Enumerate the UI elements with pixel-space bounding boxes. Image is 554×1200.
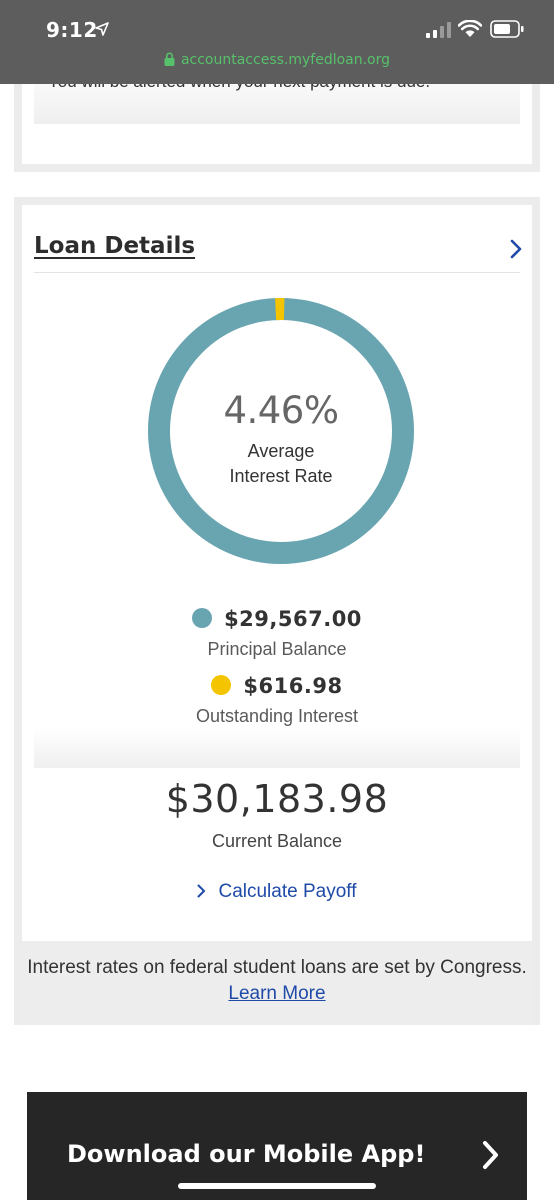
home-indicator[interactable] <box>178 1183 376 1189</box>
loan-details-card: Loan Details 4.46% Average Interest Rate… <box>14 197 540 1025</box>
principal-legend: $29,567.00 <box>22 607 532 631</box>
status-bar: 9:12 accountaccess.myfedloan.org <box>0 0 554 84</box>
cellular-signal-icon <box>426 22 451 38</box>
rate-label-line-1: Average <box>247 441 315 461</box>
principal-dot-icon <box>192 608 213 628</box>
lock-icon <box>164 52 175 66</box>
learn-more-link[interactable]: Learn More <box>228 983 325 1004</box>
current-balance-label: Current Balance <box>211 831 343 851</box>
loan-details-title[interactable]: Loan Details <box>34 233 195 259</box>
interest-legend: $616.98 <box>22 674 532 698</box>
battery-icon <box>490 20 524 38</box>
interest-dot-icon <box>211 675 232 695</box>
principal-amount: $29,567.00 <box>224 607 362 631</box>
url-text: accountaccess.myfedloan.org <box>180 52 391 68</box>
download-app-label: Download our Mobile App! <box>67 1140 426 1168</box>
wifi-icon <box>458 20 482 37</box>
average-rate-value: 4.46% <box>223 389 339 432</box>
chevron-right-small-icon <box>197 884 206 898</box>
average-rate-label: Average Interest Rate <box>143 439 419 489</box>
interest-amount: $616.98 <box>243 674 343 698</box>
calculate-payoff-label: Calculate Payoff <box>218 881 357 902</box>
interest-rate-note: Interest rates on federal student loans … <box>22 941 532 1025</box>
address-bar[interactable]: accountaccess.myfedloan.org <box>0 52 554 68</box>
rate-label-line-2: Interest Rate <box>229 466 333 486</box>
title-divider <box>34 272 520 273</box>
section-divider-band <box>34 728 520 768</box>
status-time: 9:12 <box>46 18 98 42</box>
calculate-payoff-link[interactable]: Calculate Payoff <box>22 881 532 903</box>
principal-label: Principal Balance <box>207 639 347 659</box>
chevron-right-icon <box>483 1141 498 1169</box>
location-arrow-icon <box>95 22 109 36</box>
current-balance-value: $30,183.98 <box>165 777 389 821</box>
interest-label: Outstanding Interest <box>195 706 359 726</box>
chevron-right-icon[interactable] <box>506 237 526 261</box>
interest-rate-note-text: Interest rates on federal student loans … <box>27 957 527 978</box>
